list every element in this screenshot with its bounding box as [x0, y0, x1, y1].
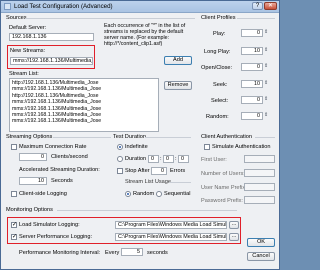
num-users-label: Number of Users:	[201, 171, 245, 177]
stream-list-usage-divider	[169, 182, 191, 183]
default-server-field[interactable]: 192.168.1.136	[9, 33, 94, 41]
stream-list-usage-label: Stream List Usage	[125, 179, 172, 185]
stop-after-label: Stop After	[125, 168, 150, 174]
client-side-logging-label: Client-side Logging	[19, 191, 67, 197]
help-button[interactable]: ?	[252, 2, 263, 10]
accelerated-duration-label: Accelerated Streaming Duration:	[19, 167, 100, 173]
indefinite-label: Indefinite	[125, 144, 148, 150]
seek-field[interactable]: 10	[241, 80, 263, 88]
monitoring-options-divider	[57, 210, 237, 211]
accelerated-seconds-label: Seconds	[51, 178, 73, 184]
select-spinner-icon[interactable]: ⇕	[264, 97, 269, 102]
play-field[interactable]: 0	[241, 29, 263, 37]
max-conn-rate-checkbox[interactable]	[11, 144, 17, 150]
monitoring-options-group-label: Monitoring Options	[6, 207, 53, 213]
perf-interval-field[interactable]: 5	[121, 248, 143, 256]
dialog-title: Load Test Configuration (Advanced)	[14, 3, 113, 10]
test-duration-group-label: Test Duration	[113, 134, 146, 140]
load-sim-logging-path-field[interactable]: C:\Program Files\Windows Media Load Simu…	[115, 221, 227, 229]
duration-radio[interactable]	[117, 156, 123, 162]
ok-button[interactable]: OK	[247, 238, 275, 247]
sources-group-label: Sources	[6, 15, 27, 21]
server-perf-logging-label: Server Performance Logging:	[19, 234, 93, 240]
random-label: Random:	[206, 114, 229, 120]
stream-list[interactable]: http://192.168.1.136/Multimedia_Jose mms…	[9, 78, 159, 132]
sequential-order-radio[interactable]	[156, 191, 162, 197]
open-close-spinner-icon[interactable]: ⇕	[264, 64, 269, 69]
add-button[interactable]: Add	[164, 56, 192, 65]
default-server-note: Each occurrence of "*" in the list of st…	[104, 23, 186, 47]
play-label: Play:	[213, 31, 226, 37]
duration-minutes-field[interactable]: 0	[163, 155, 174, 163]
duration-colon: :	[160, 156, 162, 162]
client-auth-group-label: Client Authentication	[201, 134, 252, 140]
app-icon	[4, 3, 11, 10]
num-users-field	[244, 169, 275, 177]
new-streams-field[interactable]: mms://192.168.1.136/Multimedia_Jose	[10, 57, 93, 65]
max-conn-rate-label: Maximum Connection Rate	[19, 144, 87, 150]
password-prefix-field	[244, 196, 275, 204]
client-profiles-group-label: Client Profiles	[201, 15, 236, 21]
indefinite-radio[interactable]	[117, 144, 123, 150]
first-user-field	[244, 155, 275, 163]
duration-label: Duration	[125, 156, 147, 162]
long-play-spinner-icon[interactable]: ⇕	[264, 48, 269, 53]
user-name-prefix-label: User Name Prefix:	[201, 185, 247, 191]
clients-per-second-label: Clients/second	[51, 154, 88, 160]
stop-after-checkbox[interactable]	[117, 168, 123, 174]
random-field[interactable]: 0	[241, 112, 263, 120]
open-close-field[interactable]: 0	[241, 63, 263, 71]
client-profiles-divider	[237, 18, 275, 19]
load-sim-logging-label: Load Simulator Logging:	[19, 222, 80, 228]
random-order-radio[interactable]	[125, 191, 131, 197]
duration-hours-field[interactable]: 0	[148, 155, 159, 163]
sources-divider	[25, 18, 195, 19]
long-play-label: Long Play:	[204, 49, 231, 55]
default-server-label: Default Server:	[9, 25, 47, 31]
streaming-options-group-label: Streaming Options	[6, 134, 53, 140]
seek-label: Seek:	[213, 82, 228, 88]
max-conn-rate-field[interactable]: 0	[19, 153, 47, 161]
errors-label: Errors	[170, 168, 186, 174]
load-sim-browse-button[interactable]: ...	[229, 221, 239, 229]
close-button[interactable]: ✕	[264, 2, 277, 10]
server-perf-browse-button[interactable]: ...	[229, 233, 239, 241]
user-name-prefix-field	[244, 183, 275, 191]
load-sim-logging-checkbox[interactable]: ✓	[11, 222, 17, 228]
random-spinner-icon[interactable]: ⇕	[264, 113, 269, 118]
perf-interval-prefix: Every	[105, 250, 120, 256]
title-bar[interactable]: Load Test Configuration (Advanced) ? ✕	[1, 1, 279, 13]
perf-interval-label: Performance Monitoring Interval:	[19, 250, 101, 256]
long-play-field[interactable]: 10	[241, 47, 263, 55]
stream-list-item[interactable]: mms://192.168.1.136/Multimedia_Jose	[12, 118, 156, 124]
remove-button[interactable]: Remove	[164, 81, 192, 90]
cancel-button[interactable]: Cancel	[247, 252, 275, 261]
password-prefix-label: Password Prefix:	[201, 198, 243, 204]
perf-interval-suffix: seconds	[147, 250, 168, 256]
duration-colon: :	[175, 156, 177, 162]
duration-seconds-field[interactable]: 0	[178, 155, 189, 163]
seek-spinner-icon[interactable]: ⇕	[264, 81, 269, 86]
stop-after-field[interactable]: 0	[151, 167, 167, 175]
streaming-options-divider	[53, 137, 111, 138]
load-test-config-dialog: Load Test Configuration (Advanced) ? ✕ S…	[0, 0, 280, 270]
server-perf-logging-checkbox[interactable]: ✓	[11, 234, 17, 240]
new-streams-label: New Streams:	[10, 48, 46, 54]
server-perf-logging-path-field[interactable]: C:\Program Files\Windows Media Load Simu…	[115, 233, 227, 241]
random-order-label: Random	[133, 191, 155, 197]
select-field[interactable]: 0	[241, 96, 263, 104]
open-close-label: Open/Close:	[201, 65, 233, 71]
simulate-auth-checkbox[interactable]	[204, 144, 210, 150]
simulate-auth-label: Simulate Authentication	[212, 144, 271, 150]
client-side-logging-checkbox[interactable]	[11, 191, 17, 197]
accelerated-duration-field[interactable]: 10	[19, 177, 47, 185]
client-auth-divider	[255, 137, 275, 138]
sequential-order-label: Sequential	[164, 191, 191, 197]
test-duration-divider	[145, 137, 191, 138]
select-label: Select:	[211, 98, 229, 104]
stream-list-label: Stream List:	[9, 71, 39, 77]
play-spinner-icon[interactable]: ⇕	[264, 30, 269, 35]
first-user-label: First User:	[201, 157, 227, 163]
